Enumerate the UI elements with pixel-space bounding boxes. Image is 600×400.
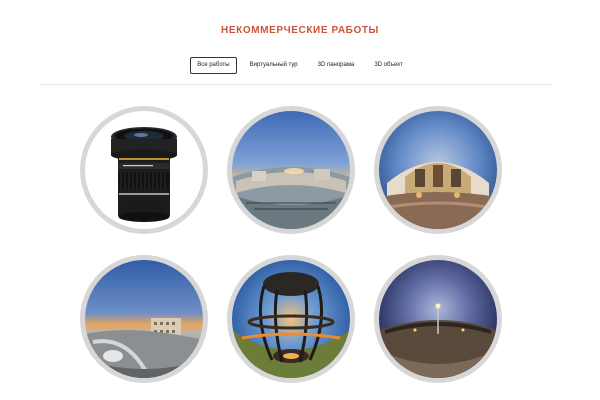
portfolio-item-rooftop-sunset[interactable] [227, 106, 355, 234]
portfolio-item-building[interactable] [374, 106, 502, 234]
building-facade-image [379, 111, 497, 229]
portfolio-item-night-square[interactable] [374, 255, 502, 383]
lens-image [85, 111, 203, 229]
rooftop-sunset-image [232, 111, 350, 229]
portfolio-item-rooftop-evening[interactable] [80, 255, 208, 383]
portfolio-item-lens[interactable] [80, 106, 208, 234]
portfolio-item-gazebo[interactable] [227, 255, 355, 383]
night-square-image [379, 260, 497, 378]
gazebo-image [232, 260, 350, 378]
rooftop-evening-image [85, 260, 203, 378]
portfolio-gallery [0, 0, 600, 400]
